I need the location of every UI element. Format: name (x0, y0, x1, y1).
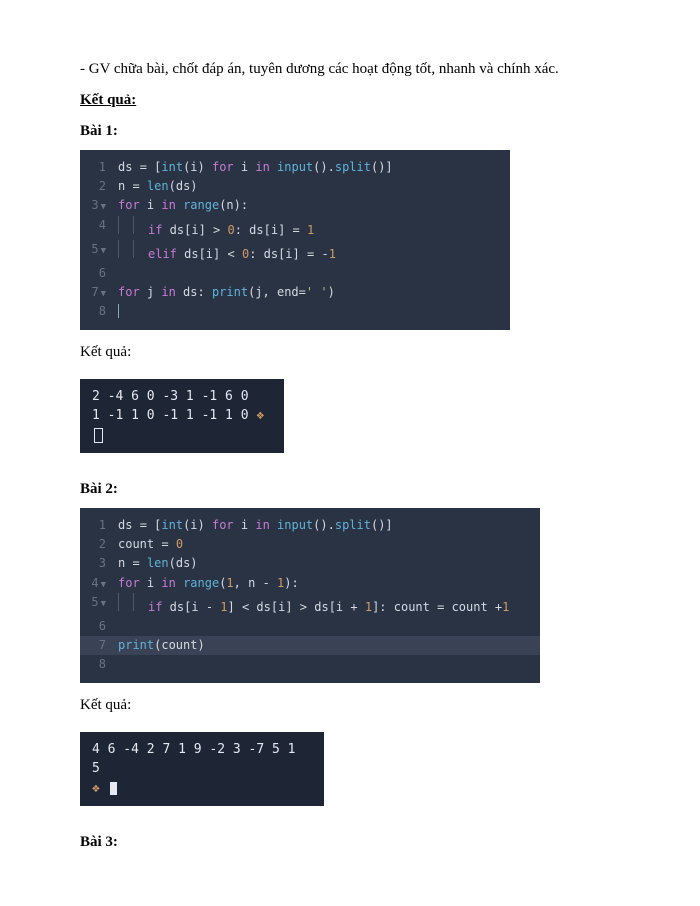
output-line: ❖ (92, 779, 312, 799)
document-page: - GV chữa bài, chốt đáp án, tuyên dương … (0, 0, 700, 891)
exercise-3-title: Bài 3: (80, 834, 630, 851)
output-block-1: 2 -4 6 0 -3 1 -1 6 0 1 -1 1 0 -1 1 -1 1 … (80, 379, 284, 454)
intro-text: - GV chữa bài, chốt đáp án, tuyên dương … (80, 61, 630, 78)
output-line: 2 -4 6 0 -3 1 -1 6 0 (92, 387, 272, 407)
output-line: 5 (92, 759, 312, 779)
result-label-2: Kết quả: (80, 697, 630, 714)
output-line: 1 -1 1 0 -1 1 -1 1 0 ❖ (92, 406, 272, 445)
output-block-2: 4 6 -4 2 7 1 9 -2 3 -7 5 1 5 ❖ (80, 732, 324, 807)
result-label-1: Kết quả: (80, 344, 630, 361)
output-line: 4 6 -4 2 7 1 9 -2 3 -7 5 1 (92, 740, 312, 760)
exercise-1-title: Bài 1: (80, 123, 630, 140)
exercise-2-title: Bài 2: (80, 481, 630, 498)
results-heading: Kết quả: (80, 92, 630, 109)
code-block-1: 1ds = [int(i) for i in input().split()] … (80, 150, 510, 330)
code-block-2: 1ds = [int(i) for i in input().split()] … (80, 508, 540, 683)
